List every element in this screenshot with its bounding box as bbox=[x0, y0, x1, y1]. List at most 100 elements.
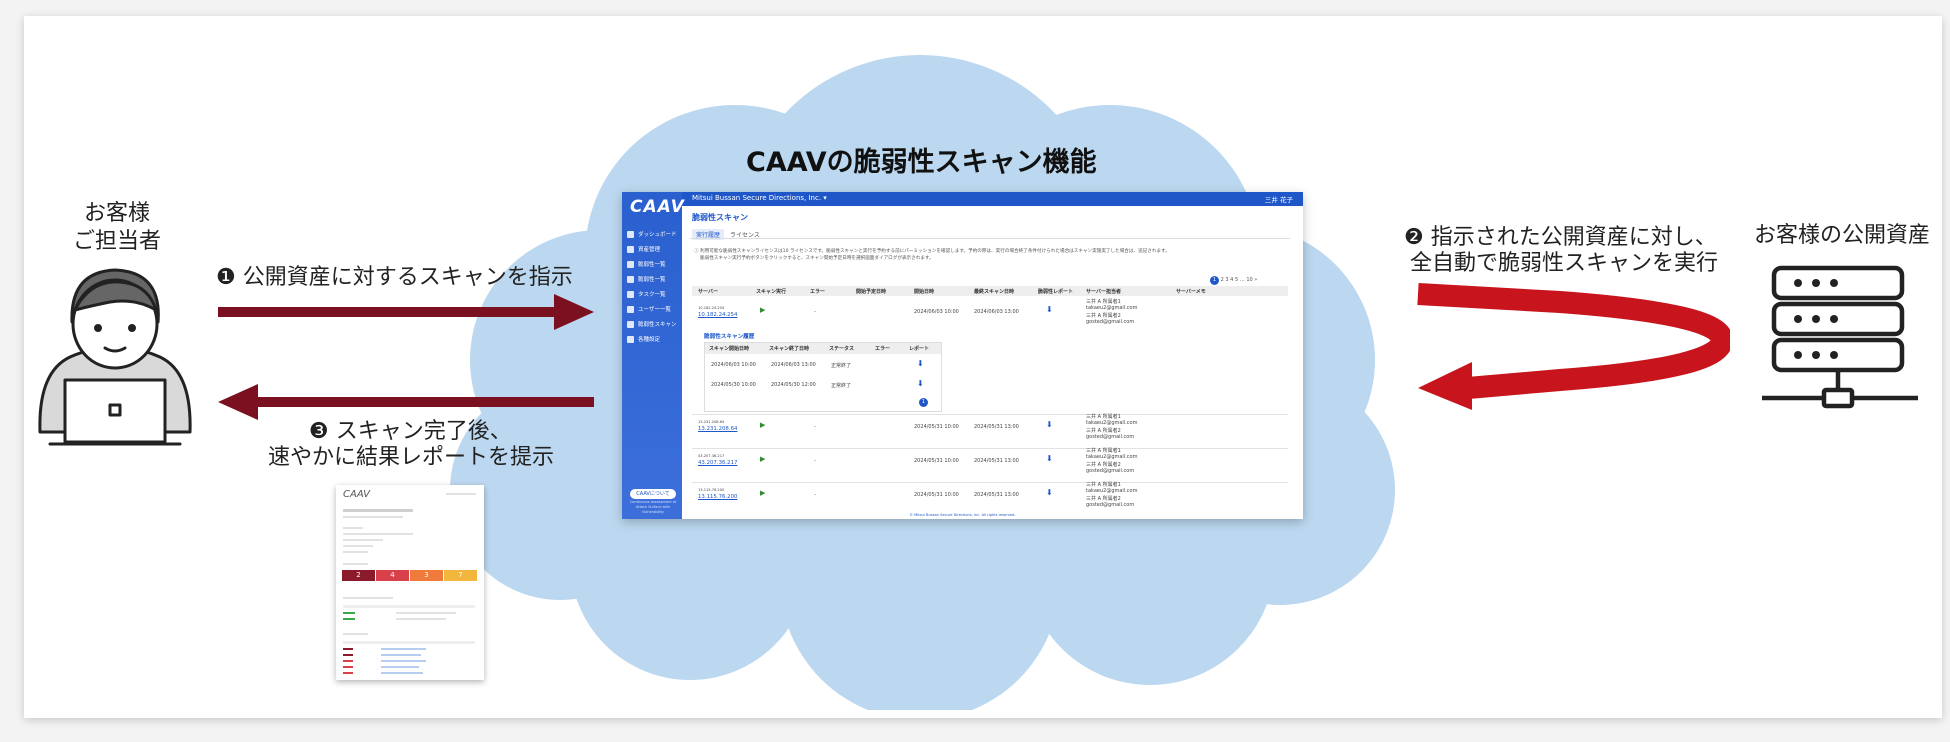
col-last-scan[interactable]: 最終スキャン日時 bbox=[974, 288, 1014, 295]
row-ip-link[interactable]: 13.115.76.200 bbox=[698, 494, 737, 500]
sidebar-item-settings[interactable]: 各種設定 bbox=[627, 335, 660, 343]
monitor-icon bbox=[627, 231, 634, 238]
report-text-bar bbox=[381, 654, 421, 656]
tab-divider bbox=[690, 238, 1290, 239]
sidebar-item-vulns[interactable]: 脆弱性一覧 bbox=[627, 260, 666, 268]
sidebar-item-assets[interactable]: 資産管理 bbox=[627, 245, 660, 253]
step1-arrow bbox=[218, 294, 594, 330]
history-status: 正常終了 bbox=[831, 383, 852, 389]
report-text-bar bbox=[396, 612, 456, 614]
row-error: - bbox=[814, 424, 816, 430]
report-text-bar bbox=[381, 648, 426, 650]
play-icon[interactable]: ▶ bbox=[760, 455, 765, 463]
download-icon[interactable]: ⬇ bbox=[1046, 454, 1053, 463]
row-owner2: 三井 A 所属者2 bbox=[1086, 313, 1121, 319]
customer-contact-label: お客様 ご担当者 bbox=[72, 201, 161, 254]
report-table-head bbox=[343, 641, 475, 644]
page-4[interactable]: 4 bbox=[1230, 277, 1233, 283]
row-mail2: gosted@gmail.com bbox=[1086, 434, 1135, 440]
report-status-chip bbox=[343, 612, 355, 614]
col-start[interactable]: 開始日時 bbox=[914, 288, 934, 295]
customer-assets-label: お客様の公開資産 bbox=[1754, 223, 1931, 248]
hcol-start[interactable]: スキャン開始日時 bbox=[709, 345, 749, 352]
download-icon[interactable]: ⬇ bbox=[1046, 488, 1053, 497]
app-logo: CAAV bbox=[630, 197, 685, 217]
sidebar-item-scan[interactable]: 脆弱性スキャン bbox=[627, 320, 677, 328]
hcol-status[interactable]: ステータス bbox=[829, 345, 854, 352]
pagination: 1 2 3 4 5 … 10 » bbox=[1210, 276, 1257, 285]
row-owner1: 三井 A 所属者1 bbox=[1086, 482, 1121, 488]
sidebar-item-users[interactable]: ユーザー一覧 bbox=[627, 305, 671, 313]
col-owner: サーバー担当者 bbox=[1086, 289, 1121, 295]
row-divider bbox=[692, 448, 1288, 449]
step2-label-line1: ❷ 指示された公開資産に対し、 bbox=[1404, 225, 1717, 250]
license-note-line1: ⓘ 利用可能な脆弱性スキャンライセンスは10 ライセンスです。脆弱性スキャンと実… bbox=[694, 249, 1170, 254]
col-scheduled[interactable]: 開始予定日時 bbox=[856, 288, 886, 295]
severity-critical-count: 2 bbox=[342, 570, 375, 581]
page-next[interactable]: » bbox=[1254, 277, 1257, 283]
report-text-bar bbox=[381, 666, 419, 668]
history-start: 2024/05/30 10:00 bbox=[711, 382, 756, 388]
row-server-label: 13.231.208.64 bbox=[698, 420, 725, 424]
page-3[interactable]: 3 bbox=[1225, 277, 1228, 283]
play-icon[interactable]: ▶ bbox=[760, 421, 765, 429]
play-icon[interactable]: ▶ bbox=[760, 306, 765, 314]
col-scan-run[interactable]: スキャン実行 bbox=[756, 288, 786, 295]
step3-arrow bbox=[218, 384, 594, 420]
hcol-report: レポート bbox=[909, 346, 930, 352]
caav-app-screenshot: CAAV Mitsui Bussan Secure Directions, In… bbox=[622, 192, 1303, 519]
row-ip-link[interactable]: 43.207.36.217 bbox=[698, 460, 737, 466]
download-icon[interactable]: ⬇ bbox=[1046, 420, 1053, 429]
row-start: 2024/06/03 10:00 bbox=[914, 309, 959, 315]
page-2[interactable]: 2 bbox=[1221, 277, 1224, 283]
list-icon bbox=[627, 246, 634, 253]
report-heading-bar bbox=[343, 509, 413, 512]
row-ip-link[interactable]: 10.182.24.254 bbox=[698, 312, 737, 318]
person-with-laptop-icon bbox=[38, 268, 192, 446]
download-icon[interactable]: ⬇ bbox=[917, 379, 924, 388]
server-rack-icon bbox=[1762, 265, 1918, 409]
report-text-bar bbox=[343, 597, 393, 599]
col-error[interactable]: エラー bbox=[810, 288, 825, 295]
page-10[interactable]: 10 bbox=[1246, 277, 1252, 283]
sidebar-item-vulns-2[interactable]: 脆弱性一覧 bbox=[627, 275, 666, 283]
step2-label-line2: 全自動で脆弱性スキャンを実行 bbox=[1410, 251, 1719, 276]
row-owner2: 三井 A 所属者2 bbox=[1086, 428, 1121, 434]
row-owner2: 三井 A 所属者2 bbox=[1086, 462, 1121, 468]
hcol-end[interactable]: スキャン終了日時 bbox=[769, 345, 809, 352]
about-caav-button[interactable]: CAAVについて bbox=[630, 489, 676, 499]
severity-high-count: 4 bbox=[376, 570, 409, 581]
report-status-chip bbox=[343, 654, 353, 656]
report-text-bar bbox=[343, 563, 368, 565]
report-text-bar bbox=[343, 633, 368, 635]
hcol-error[interactable]: エラー bbox=[875, 345, 890, 352]
step3-label-line2: 速やかに結果レポートを提示 bbox=[268, 445, 555, 470]
sidebar-item-tasks[interactable]: タスク一覧 bbox=[627, 290, 666, 298]
report-text-bar bbox=[381, 660, 426, 662]
sidebar-item-dashboard[interactable]: ダッシュボード bbox=[627, 230, 677, 238]
col-memo: サーバーメモ bbox=[1176, 289, 1206, 295]
severity-low-count: 7 bbox=[444, 570, 477, 581]
page-5[interactable]: 5 bbox=[1235, 277, 1238, 283]
severity-medium-count: 3 bbox=[410, 570, 443, 581]
history-page-indicator[interactable]: 1 bbox=[919, 398, 928, 407]
step2-uturn-arrow bbox=[1417, 283, 1730, 410]
download-icon[interactable]: ⬇ bbox=[1046, 305, 1053, 314]
report-logo: CAAV bbox=[343, 489, 371, 500]
col-server[interactable]: サーバー bbox=[698, 288, 718, 295]
gear-icon bbox=[627, 336, 634, 343]
row-mail2: gosted@gmail.com bbox=[1086, 319, 1135, 325]
report-status-chip bbox=[343, 648, 353, 650]
play-icon[interactable]: ▶ bbox=[760, 489, 765, 497]
row-ip-link[interactable]: 13.231.208.64 bbox=[698, 426, 737, 432]
history-status: 正常終了 bbox=[831, 363, 852, 369]
download-icon[interactable]: ⬇ bbox=[917, 359, 924, 368]
row-mail2: gosted@gmail.com bbox=[1086, 502, 1135, 508]
page-1[interactable]: 1 bbox=[1210, 276, 1219, 285]
row-server-label: 10.182.24.254 bbox=[698, 306, 725, 310]
history-end: 2024/06/03 13:00 bbox=[771, 362, 816, 368]
row-server-label: 13.115.76.200 bbox=[698, 488, 725, 492]
report-header-line bbox=[446, 493, 476, 495]
app-user-menu[interactable]: 三井 花子 bbox=[1265, 194, 1293, 204]
app-company-selector[interactable]: Mitsui Bussan Secure Directions, Inc. ▾ bbox=[692, 194, 827, 202]
